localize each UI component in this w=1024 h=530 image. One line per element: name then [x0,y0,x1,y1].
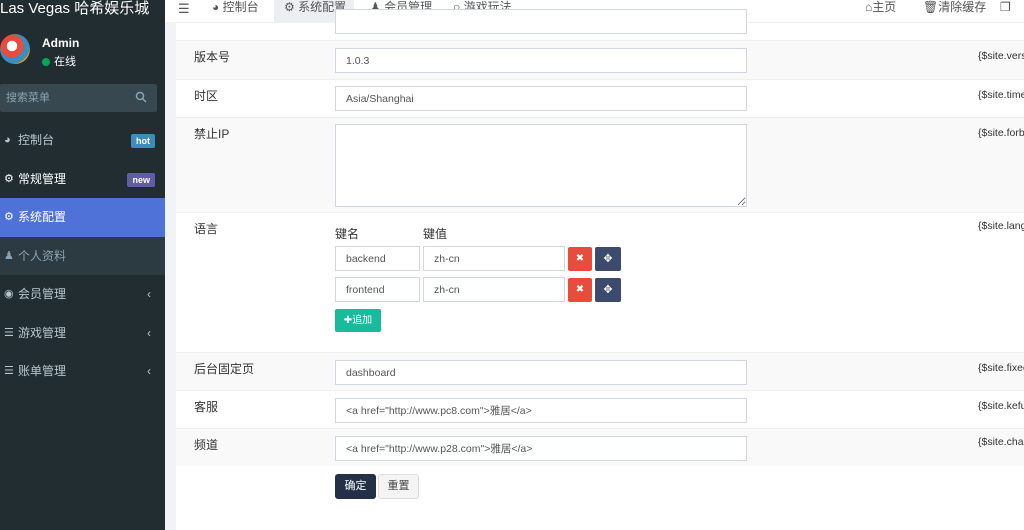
sidebar-item-label: 控制台 [18,133,55,147]
list-icon: ☰ [4,365,14,377]
fixedpage-var: {$site.fixedpage} [978,362,1024,374]
sidebar-item-profile[interactable]: ♟ 个人资料 [0,236,165,275]
value-column-header: 键值 [423,227,448,241]
sidebar-item-label: 账单管理 [18,364,67,378]
close-icon: ✖ [575,284,585,295]
dashboard-icon: ◕ [212,0,220,14]
fixedpage-input[interactable] [335,360,747,385]
version-var: {$site.version} [978,50,1024,62]
languages-var: {$site.languages} [978,220,1024,232]
sidebar-item-label: 常规管理 [18,171,67,186]
kefu-label: 客服 [194,400,219,414]
config-form: 版本号 {$site.version} 时区 {$site.timezone} … [176,9,1024,530]
tab-label: 控制台 [222,0,259,14]
drag-row-handle[interactable]: ✥ [595,278,621,302]
sidebar-item-general[interactable]: ⚙ 常规管理 new [0,160,165,199]
submit-button[interactable]: 确定 [335,474,376,499]
new-badge: new [127,172,155,187]
form-row-version: 版本号 {$site.version} [176,40,1024,79]
user-status-label: 在线 [54,56,76,68]
arrows-icon: ✥ [603,253,613,265]
reset-button[interactable]: 重置 [378,474,419,499]
user-panel: Admin 在线 [0,28,165,78]
chevron-left-icon: ‹ [147,364,151,378]
channel-var: {$site.channel} [978,436,1024,448]
sidebar-item-config[interactable]: ⚙ 系统配置 [0,198,165,237]
sidebar: Las Vegas 哈希娱乐城 Admin 在线 ◕ 控制台 hot ⚙ 常规管… [0,0,165,530]
user-name: Admin [42,36,80,50]
lang-key-input[interactable] [335,277,420,302]
timezone-var: {$site.timezone} [978,89,1024,101]
chevron-left-icon: ‹ [147,325,151,340]
avatar [0,34,30,64]
sidebar-item-label: 会员管理 [18,287,67,301]
partial-field[interactable] [335,9,747,34]
version-input[interactable] [335,48,747,73]
sidebar-item-dashboard[interactable]: ◕ 控制台 hot [0,121,165,160]
search-input[interactable] [0,84,125,112]
fixedpage-label: 后台固定页 [194,362,255,376]
languages-label: 语言 [194,222,219,236]
user-status: 在线 [42,53,76,69]
arrows-icon: ✥ [603,284,613,296]
online-dot-icon [42,58,50,66]
key-column-header: 键名 [335,227,360,241]
sidebar-item-games[interactable]: ☰ 游戏管理 ‹ [0,314,165,353]
chevron-left-icon: ‹ [147,287,151,301]
timezone-input[interactable] [335,86,747,111]
sidebar-item-members[interactable]: ◉ 会员管理 ‹ [0,275,165,314]
form-row-kefu: 客服 {$site.kefu} [176,390,1024,428]
gear-icon: ⚙ [284,0,295,14]
plus-icon: ✚ [343,315,353,326]
delete-row-button[interactable]: ✖ [568,247,592,271]
home-label: 主页 [872,0,897,14]
sidebar-search [0,84,157,112]
trash-icon: 🗑 [923,0,939,14]
user-circle-icon: ◉ [4,288,14,300]
kefu-input[interactable] [335,398,747,423]
clear-cache-label: 清除缓存 [938,0,987,14]
forbiddenip-textarea[interactable] [335,124,747,207]
clear-cache-button[interactable]: 🗑清除缓存 [923,0,993,22]
lang-key-input[interactable] [335,246,420,271]
append-button[interactable]: ✚追加 [335,309,381,332]
dashboard-icon: ◕ [4,134,11,146]
lang-value-input[interactable] [423,277,565,302]
kefu-var: {$site.kefu} [978,400,1024,412]
menu-toggle-icon[interactable]: ☰ [178,1,190,17]
version-label: 版本号 [194,50,231,64]
user-icon: ♟ [4,249,14,262]
list-icon: ☰ [4,326,14,339]
close-icon: ✖ [575,253,585,264]
sidebar-item-label: 个人资料 [18,248,67,263]
channel-input[interactable] [335,436,747,461]
form-row-channel: 频道 {$site.channel} [176,428,1024,466]
sidebar-item-bills[interactable]: ☰ 账单管理 ‹ [0,352,165,391]
sidebar-item-label: 游戏管理 [18,325,67,340]
forbiddenip-var: {$site.forbiddenip} [978,127,1024,139]
cogs-icon: ⚙ [4,172,14,185]
gear-icon: ⚙ [4,211,14,223]
forbiddenip-label: 禁止IP [194,127,230,141]
brand-title[interactable]: Las Vegas 哈希娱乐城 [0,0,165,20]
lang-value-input[interactable] [423,246,565,271]
hot-badge: hot [131,134,155,148]
form-row-fixedpage: 后台固定页 {$site.fixedpage} [176,352,1024,390]
copy-icon: ❐ [1000,0,1011,14]
home-link[interactable]: ⌂主页 [865,0,915,22]
sidebar-menu: ◕ 控制台 hot ⚙ 常规管理 new ⚙ 系统配置 ♟ 个人资料 ◉ 会员管… [0,121,165,391]
timezone-label: 时区 [194,89,219,103]
search-icon[interactable] [135,91,147,103]
drag-row-handle[interactable]: ✥ [595,247,621,271]
multilang-button[interactable]: ❐ [1000,0,1020,22]
form-row-timezone: 时区 {$site.timezone} [176,79,1024,117]
channel-label: 频道 [194,438,219,452]
sidebar-item-label: 系统配置 [18,210,67,224]
form-row-forbiddenip: 禁止IP {$site.forbiddenip} [176,117,1024,212]
tab-dashboard[interactable]: ◕ 控制台 [212,0,272,22]
delete-row-button[interactable]: ✖ [568,278,592,302]
append-label: 追加 [352,315,373,326]
form-row-partial [176,9,1024,40]
